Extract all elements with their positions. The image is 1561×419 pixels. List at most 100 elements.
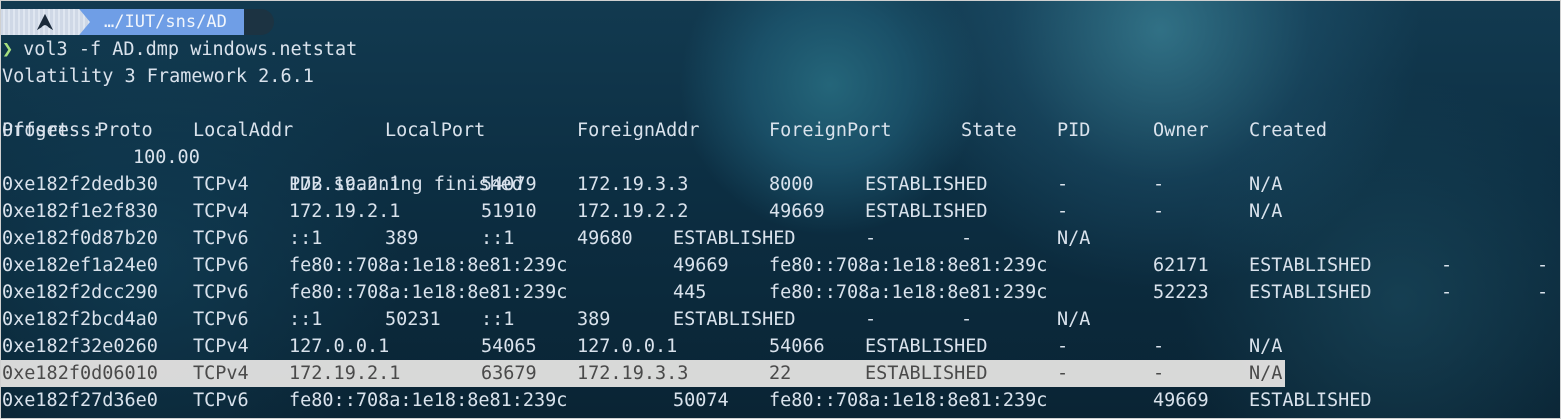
arch-linux-icon xyxy=(36,13,54,31)
table-cell: 49669 xyxy=(1153,390,1209,411)
command-text: vol3 -f AD.dmp windows.netstat xyxy=(23,39,358,60)
table-cell: N/A xyxy=(1249,201,1283,222)
table-cell: - xyxy=(1057,201,1069,222)
table-cell: - xyxy=(865,309,877,330)
table-cell: - xyxy=(1057,363,1069,384)
path-segment: …/IUT/sns/AD xyxy=(78,9,258,35)
table-row[interactable]: 0xe182f27d36e0 TCPv6 fe80::708a:1e18:8e81:… xyxy=(0,387,1561,414)
table-row[interactable]: 0xe182f32e0260 TCPv4 127.0.0.1 54065 127.0.0… xyxy=(0,333,1561,360)
table-cell: - xyxy=(1537,255,1549,276)
table-cell: - xyxy=(1441,255,1453,276)
table-cell: - xyxy=(961,228,973,249)
table-row[interactable]: 0xe182f2bcd4a0 TCPv6::1 50231::1 389 ESTABLI… xyxy=(0,306,1561,333)
table-cell: TCPv4 xyxy=(193,174,249,195)
table-cell: fe80::708a:1e18:8e81:239c xyxy=(289,390,568,411)
table-cell: - xyxy=(961,309,973,330)
table-cell: fe80::708a:1e18:8e81:239c xyxy=(769,282,1048,303)
table-cell: 0xe182ef1a24e0 xyxy=(2,255,158,276)
table-cell: - xyxy=(865,228,877,249)
table-row[interactable]: 0xe182f2dedb30 TCPv4 172.19.2.1 54079 172.19… xyxy=(0,171,1561,198)
os-segment xyxy=(0,9,90,35)
table-row[interactable]: 0xe182ef1a24e0 TCPv6 fe80::708a:1e18:8e81:… xyxy=(0,252,1561,279)
table-cell: 0xe182f27d36e0 xyxy=(2,390,158,411)
table-cell: ::1 xyxy=(481,228,515,249)
progress-value: 100.00 xyxy=(133,147,200,168)
table-cell: 172.19.2.1 xyxy=(289,201,401,222)
column-header: PID xyxy=(1057,120,1091,141)
table-cell: TCPv4 xyxy=(193,363,249,384)
table-cell: 0xe182f2dcc290 xyxy=(2,282,158,303)
table-cell: N/A xyxy=(1057,309,1091,330)
column-header: ForeignAddr xyxy=(577,120,700,141)
table-cell: - xyxy=(1153,201,1165,222)
table-row[interactable]: 0xe182f1e2f830 TCPv4 172.19.2.1 51910 172.19… xyxy=(0,198,1561,225)
table-cell: fe80::708a:1e18:8e81:239c xyxy=(769,390,1048,411)
table-cell: ESTABLISHED xyxy=(1249,282,1372,303)
table-cell: 51910 xyxy=(481,201,537,222)
table-row[interactable]: 0xe182f0d87b20 TCPv6::1 389::1 49680 ESTABLI… xyxy=(0,225,1561,252)
table-cell: 0xe182f1e2f830 xyxy=(2,201,158,222)
table-cell: ::1 xyxy=(481,309,515,330)
table-cell: 49669 xyxy=(673,255,729,276)
terminal-window[interactable]: …/IUT/sns/AD ❯ vol3 -f AD.dmp windows.net… xyxy=(0,0,1561,419)
table-cell: 127.0.0.1 xyxy=(289,336,390,357)
table-cell: fe80::708a:1e18:8e81:239c xyxy=(289,282,568,303)
table-cell: 389 xyxy=(385,228,419,249)
table-cell: TCPv4 xyxy=(193,336,249,357)
table-cell: 172.19.2.1 xyxy=(289,363,401,384)
table-cell: 0xe182f0d87b20 xyxy=(2,228,158,249)
table-cell: 54079 xyxy=(481,174,537,195)
table-cell: TCPv6 xyxy=(193,228,249,249)
column-header: Created xyxy=(1249,120,1327,141)
column-header: Proto xyxy=(97,120,153,141)
table-cell: 52223 xyxy=(1153,282,1209,303)
column-header: LocalAddr xyxy=(193,120,294,141)
table-cell: 127.0.0.1 xyxy=(577,336,678,357)
shell-prompt: …/IUT/sns/AD xyxy=(0,9,274,35)
table-cell: N/A xyxy=(1057,228,1091,249)
table-cell: TCPv6 xyxy=(193,255,249,276)
table-cell: 54066 xyxy=(769,336,825,357)
table-cell: 172.19.2.1 xyxy=(289,174,401,195)
framework-version-line: Volatility 3 Framework 2.6.1 xyxy=(2,66,314,87)
table-cell: 0xe182f2dedb30 xyxy=(2,174,158,195)
table-cell: 172.19.3.3 xyxy=(577,363,689,384)
table-cell: - xyxy=(1537,282,1549,303)
prompt-chevron-icon: ❯ xyxy=(2,39,14,60)
table-cell: ESTABLISHED xyxy=(673,309,796,330)
table-cell: 54065 xyxy=(481,336,537,357)
table-cell: 0xe182f32e0260 xyxy=(2,336,158,357)
table-cell: - xyxy=(1153,174,1165,195)
table-cell: 445 xyxy=(673,282,707,303)
table-cell: - xyxy=(1057,336,1069,357)
table-row-selected[interactable]: 0xe182f0d06010 TCPv4 172.19.2.1 63679 172.19… xyxy=(0,360,1285,387)
column-header: Offset xyxy=(2,120,69,141)
table-cell: 389 xyxy=(577,309,611,330)
table-cell: 63679 xyxy=(481,363,537,384)
table-cell: ESTABLISHED xyxy=(1249,255,1372,276)
table-cell: 8000 xyxy=(769,174,814,195)
table-cell: fe80::708a:1e18:8e81:239c xyxy=(289,255,568,276)
column-header: State xyxy=(961,120,1017,141)
table-cell: 62171 xyxy=(1153,255,1209,276)
table-cell: 172.19.3.3 xyxy=(577,174,689,195)
table-cell: 50074 xyxy=(673,390,729,411)
table-cell: 0xe182f2bcd4a0 xyxy=(2,309,158,330)
table-cell: 172.19.2.2 xyxy=(577,201,689,222)
table-cell: N/A xyxy=(1249,336,1283,357)
table-cell: ::1 xyxy=(289,228,323,249)
prompt-end-segment xyxy=(244,9,274,35)
table-cell: ESTABLISHED xyxy=(865,174,988,195)
table-cell: 0xe182f0d06010 xyxy=(2,363,158,384)
table-cell: - xyxy=(1153,336,1165,357)
table-cell: - xyxy=(1057,174,1069,195)
table-cell: ESTABLISHED xyxy=(673,228,796,249)
table-cell: TCPv6 xyxy=(193,282,249,303)
column-header: LocalPort xyxy=(385,120,486,141)
table-cell: - xyxy=(1441,282,1453,303)
table-cell: TCPv4 xyxy=(193,201,249,222)
table-cell: ESTABLISHED xyxy=(865,336,988,357)
column-header: ForeignPort xyxy=(769,120,892,141)
table-cell: TCPv6 xyxy=(193,309,249,330)
table-row[interactable]: 0xe182f2dcc290 TCPv6 fe80::708a:1e18:8e81:… xyxy=(0,279,1561,306)
